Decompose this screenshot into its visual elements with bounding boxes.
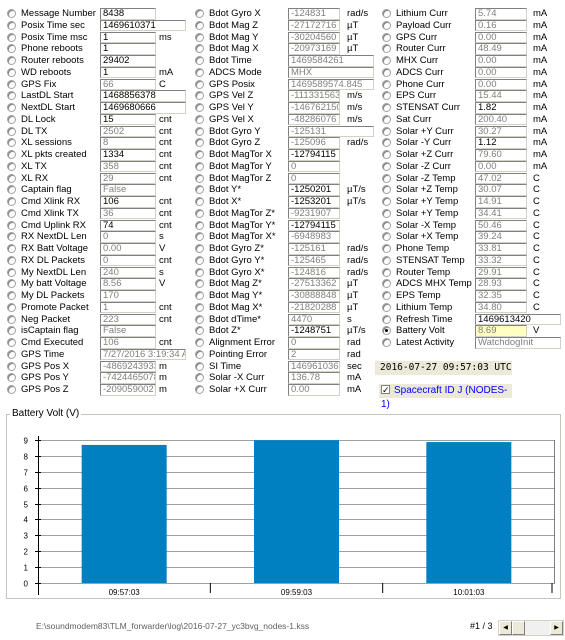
bar (254, 440, 339, 583)
x-tick-label: 10:01:03 (453, 588, 485, 597)
battery-volt-chart: 0 1 2 3 4 5 6 7 8 9 09:57:03 09:59:03 10:01:03 (24, 436, 555, 597)
scroll-left-arrow-icon[interactable]: ◀ (499, 621, 512, 635)
y-tick-label: 0 (24, 580, 29, 589)
x-tick-label: 09:57:03 (109, 588, 141, 597)
bar (426, 442, 512, 583)
y-tick-label: 4 (24, 516, 29, 525)
y-tick-label: 3 (24, 532, 29, 541)
scroll-thumb[interactable] (512, 621, 525, 635)
log-file-path: E:\soundmodem83\TLM_forwarder\log\2016-0… (36, 621, 310, 631)
page-indicator: #1 / 3 (470, 621, 493, 631)
y-tick-label: 9 (24, 437, 29, 446)
y-tick-label: 6 (24, 485, 29, 494)
y-tick-label: 7 (24, 469, 29, 478)
scroll-right-arrow-icon[interactable]: ▶ (550, 621, 563, 635)
y-tick-label: 5 (24, 501, 29, 510)
y-tick-label: 1 (24, 564, 29, 573)
y-tick-label: 2 (24, 548, 29, 557)
bar (81, 444, 167, 583)
y-tick-label: 8 (24, 453, 29, 462)
x-tick-label: 09:59:03 (281, 588, 313, 597)
page-scrollbar[interactable]: ◀ ▶ (498, 620, 564, 636)
